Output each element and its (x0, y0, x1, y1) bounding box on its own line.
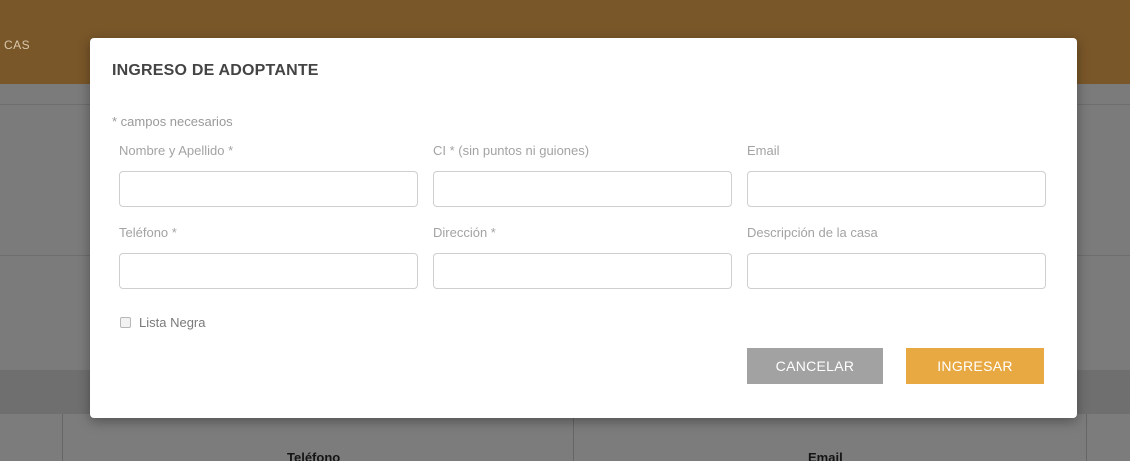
blacklist-checkbox[interactable] (120, 317, 131, 328)
descripcion-casa-label: Descripción de la casa (747, 225, 878, 240)
table-header-telefono[interactable]: Teléfono (287, 450, 340, 461)
field-direccion: Dirección * (433, 223, 732, 289)
field-nombre-apellido: Nombre y Apellido * (119, 141, 418, 207)
table-header-email[interactable]: Email (808, 450, 843, 461)
direccion-input[interactable] (433, 253, 732, 289)
table-column-divider (62, 414, 63, 461)
telefono-label: Teléfono * (119, 225, 177, 240)
ci-label: CI * (sin puntos ni guiones) (433, 143, 590, 158)
adopter-modal: INGRESO DE ADOPTANTE * campos necesarios… (90, 38, 1077, 418)
field-email: Email (747, 141, 1046, 207)
submit-button[interactable]: INGRESAR (906, 348, 1044, 384)
email-input[interactable] (747, 171, 1046, 207)
table-column-divider (573, 414, 574, 461)
table-column-divider (1086, 414, 1087, 461)
required-fields-note: * campos necesarios (112, 114, 233, 129)
email-label: Email (747, 143, 780, 158)
ci-input[interactable] (433, 171, 732, 207)
blacklist-label[interactable]: Lista Negra (139, 315, 205, 330)
nombre-apellido-label: Nombre y Apellido * (119, 143, 234, 158)
field-ci: CI * (sin puntos ni guiones) (433, 141, 732, 207)
cancel-button[interactable]: CANCELAR (747, 348, 883, 384)
nav-item-fragment[interactable]: CAS (4, 38, 30, 52)
background-table-header-row (0, 414, 1130, 461)
nombre-apellido-input[interactable] (119, 171, 418, 207)
telefono-input[interactable] (119, 253, 418, 289)
field-descripcion-casa: Descripción de la casa (747, 223, 1046, 289)
modal-title: INGRESO DE ADOPTANTE (112, 62, 319, 79)
field-telefono: Teléfono * (119, 223, 418, 289)
blacklist-checkbox-row[interactable]: Lista Negra (120, 315, 205, 330)
direccion-label: Dirección * (433, 225, 496, 240)
descripcion-casa-input[interactable] (747, 253, 1046, 289)
